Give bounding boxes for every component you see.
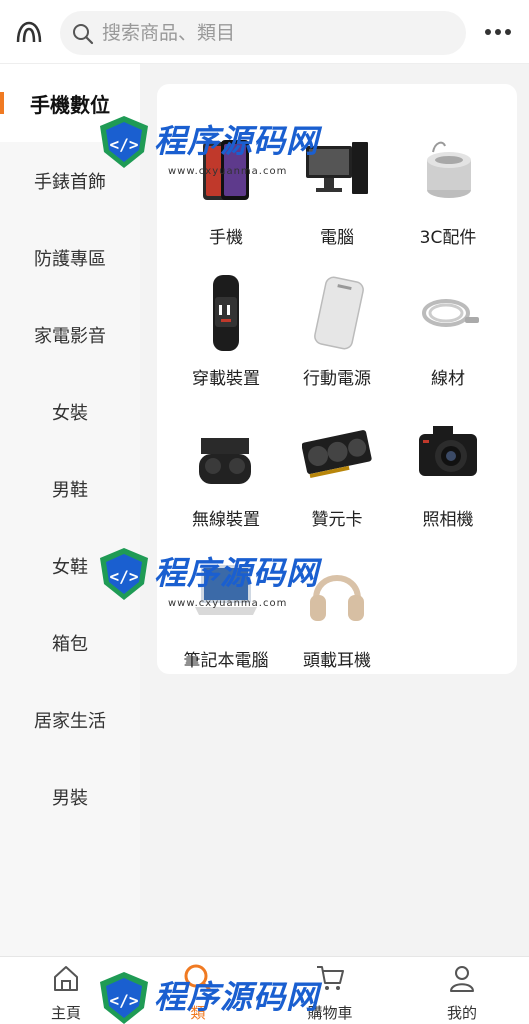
sidebar-item-mens-clothing[interactable]: 男裝: [0, 758, 140, 836]
sidebar-item-label: 男鞋: [52, 480, 88, 501]
home-icon: [54, 966, 78, 991]
watermark: </> 程序源码网 www.cxyuanma.com: [96, 108, 326, 198]
sidebar-item-label: 女裝: [52, 403, 88, 424]
watermark-text: 程序源码网: [154, 122, 320, 160]
tab-profile[interactable]: 我的: [396, 957, 528, 1024]
sidebar-item-label: 女鞋: [52, 557, 88, 578]
category-tile-camera[interactable]: 照相機: [393, 406, 503, 536]
watermark-text: 程序源码网: [154, 978, 320, 1016]
category-label: 手機: [209, 228, 243, 248]
app-logo-icon[interactable]: [14, 18, 44, 48]
power-bank-icon: [314, 276, 364, 350]
category-label: 電腦: [320, 228, 354, 248]
category-tile-power-bank[interactable]: 行動電源: [282, 265, 392, 395]
category-label: 筆記本電腦: [183, 651, 269, 671]
sidebar-item-appliances[interactable]: 家電影音: [0, 296, 140, 374]
sidebar-item-label: 居家生活: [34, 711, 106, 732]
svg-text:</>: </>: [110, 135, 139, 154]
sidebar-item-protection[interactable]: 防護專區: [0, 219, 140, 297]
sidebar-item-label: 男裝: [52, 788, 88, 809]
more-options-icon[interactable]: [482, 22, 514, 42]
category-label: 穿載裝置: [192, 369, 260, 389]
category-tile-graphics-card[interactable]: 贊元卡: [282, 406, 392, 536]
smart-band-icon: [213, 275, 239, 351]
category-label: 頭載耳機: [303, 651, 371, 671]
camera-icon: [419, 426, 477, 476]
category-label: 3C配件: [419, 228, 477, 248]
category-label: 線材: [431, 369, 465, 389]
sidebar-item-label: 箱包: [52, 634, 88, 655]
top-bar: 搜索商品、類目: [0, 0, 529, 64]
category-tile-3c-accessories[interactable]: 3C配件: [393, 124, 503, 254]
svg-text:</>: </>: [110, 567, 139, 586]
search-icon: [73, 24, 94, 45]
search-placeholder: 搜索商品、類目: [102, 22, 236, 44]
sidebar-item-home-living[interactable]: 居家生活: [0, 681, 140, 759]
sidebar-item-womens-clothing[interactable]: 女裝: [0, 373, 140, 451]
watermark-url: www.cxyuanma.com: [168, 598, 288, 609]
category-label: 無線裝置: [192, 510, 260, 530]
tab-label: 我的: [446, 1004, 477, 1022]
watermark: </> 程序源码网: [96, 964, 326, 1024]
cable-icon: [422, 299, 479, 327]
watermark: </> 程序源码网 www.cxyuanma.com: [96, 540, 326, 630]
watermark-badge-icon: </>: [100, 972, 148, 1024]
category-tile-cables[interactable]: 線材: [393, 265, 503, 395]
watermark-text: 程序源码网: [154, 554, 320, 592]
category-label: 贊元卡: [311, 510, 363, 530]
sidebar-item-label: 家電影音: [34, 326, 106, 347]
search-input[interactable]: 搜索商品、類目: [60, 11, 466, 55]
user-icon: [450, 966, 474, 992]
watermark-url: www.cxyuanma.com: [168, 166, 288, 177]
speaker-accessory-icon: [427, 141, 471, 198]
sidebar-item-mens-shoes[interactable]: 男鞋: [0, 450, 140, 528]
watermark-badge-icon: </>: [100, 548, 148, 600]
graphics-card-icon: [302, 430, 372, 479]
watermark-badge-icon: </>: [100, 116, 148, 168]
wireless-earbuds-icon: [199, 438, 251, 484]
category-label: 照相機: [422, 510, 474, 530]
category-tile-wireless[interactable]: 無線裝置: [171, 406, 281, 536]
category-tile-wearables[interactable]: 穿載裝置: [171, 265, 281, 395]
svg-text:</>: </>: [110, 991, 139, 1010]
sidebar-item-label: 防護專區: [34, 249, 106, 270]
category-label: 行動電源: [303, 369, 371, 389]
